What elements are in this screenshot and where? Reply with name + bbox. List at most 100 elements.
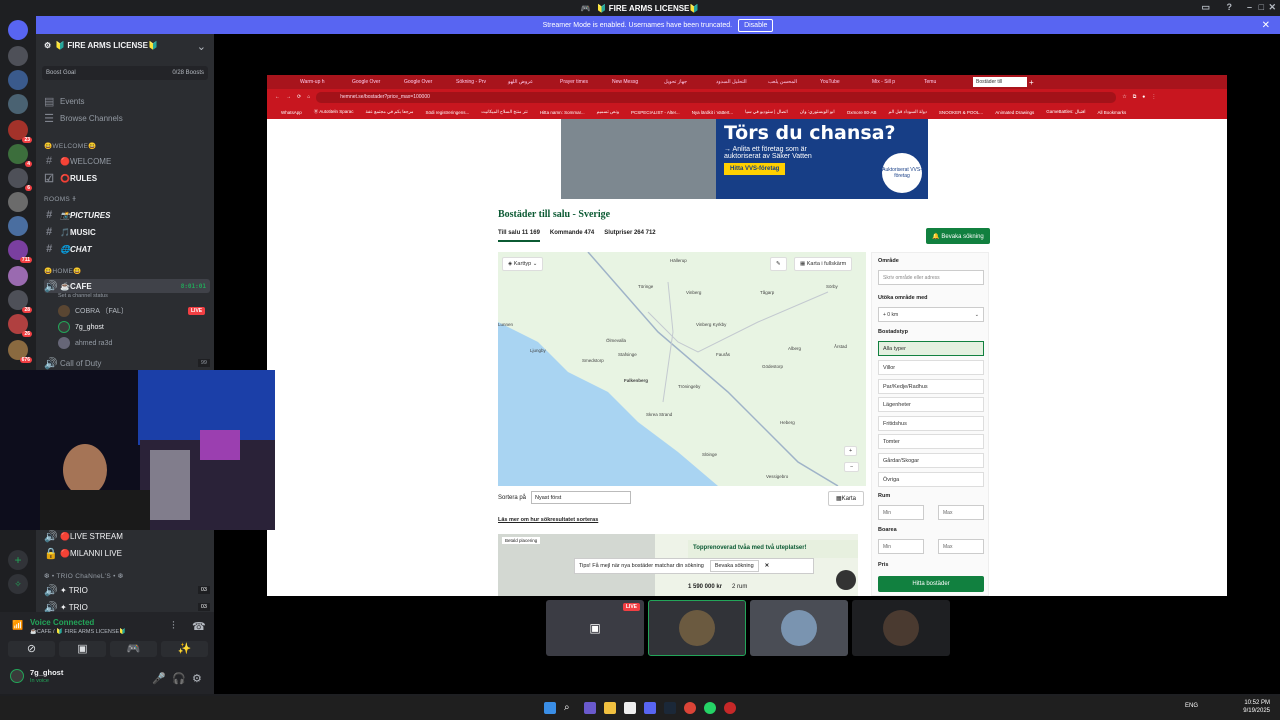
server-icon[interactable]: 6 — [8, 168, 32, 191]
zoom-out-button[interactable]: − — [844, 462, 860, 472]
chrome-icon[interactable] — [684, 702, 696, 714]
bookmark[interactable]: مرجعا بكم في مجتمع عفة — [366, 109, 414, 115]
server-icon[interactable]: 4 — [8, 144, 32, 167]
map[interactable]: ◈ Karttyp ⌄ ✎ ▦ Karta i fullskärm + − Hä… — [498, 252, 866, 486]
inbox-icon[interactable]: ▭ — [1201, 2, 1210, 13]
browser-tab[interactable]: عروض اللهو — [505, 77, 555, 87]
stream-tile[interactable]: LIVE ▣ — [546, 600, 644, 656]
start-icon[interactable] — [544, 702, 556, 714]
server-icon[interactable]: 26 — [8, 314, 32, 337]
chevron-down-icon[interactable]: ⌄ — [197, 40, 206, 53]
channel-music[interactable]: # 🎵MUSIC — [44, 225, 210, 239]
map-type-button[interactable]: ◈ Karttyp ⌄ — [502, 257, 544, 271]
app-icon[interactable] — [724, 702, 736, 714]
channel-pictures[interactable]: # 📸PICTURES — [44, 208, 210, 222]
category-home[interactable]: 😃HOME😃 — [44, 267, 82, 275]
browser-tab[interactable]: New Messg — [609, 77, 659, 87]
server-icon[interactable] — [8, 266, 28, 286]
server-icon[interactable]: 676 — [8, 340, 32, 363]
participant-tile[interactable] — [750, 600, 848, 656]
bookmark[interactable]: Oxmore 80-AB — [847, 110, 877, 115]
browser-tab[interactable]: المحسن يلعب — [765, 77, 815, 87]
type-option-other[interactable]: Övriga — [878, 472, 984, 487]
discover-icon[interactable]: ✧ — [8, 574, 28, 594]
maximize-icon[interactable]: □ — [1259, 2, 1264, 12]
type-option-plots[interactable]: Tomter — [878, 434, 984, 449]
disconnect-icon[interactable]: ☎ — [192, 620, 206, 633]
voice-location[interactable]: ☕CAFE / 🔰 FIRE ARMS LICENSE🔰 — [30, 629, 126, 635]
voice-channel-milanni[interactable]: 🔒 🔴MILANNI LIVE — [44, 546, 210, 560]
voice-status[interactable]: Voice Connected — [30, 618, 94, 627]
server-icon[interactable] — [8, 46, 28, 66]
back-icon[interactable]: ← — [275, 94, 280, 100]
ad-banner[interactable]: Törs du chansa? → Anlita ett företag som… — [561, 119, 928, 199]
category-rooms[interactable]: ROOMS 🕇 — [44, 196, 76, 204]
search-icon[interactable]: ⌕ — [564, 702, 576, 714]
settings-icon[interactable]: ⚙ — [192, 672, 202, 685]
server-icon[interactable] — [8, 192, 28, 212]
all-bookmarks[interactable]: All Bookmarks — [1098, 110, 1127, 115]
voice-user[interactable]: 7g_ghost — [58, 320, 104, 334]
browser-tab[interactable]: جهاز تحويل — [661, 77, 711, 87]
signal-icon[interactable]: 📶 — [12, 620, 23, 631]
reload-icon[interactable]: ⟳ — [297, 94, 301, 100]
steam-icon[interactable] — [664, 702, 676, 714]
activity-icon[interactable]: 🎮 — [110, 641, 157, 657]
rooms-max-select[interactable]: Max — [938, 505, 984, 520]
minimize-icon[interactable]: – — [1247, 2, 1252, 12]
save-search-button[interactable]: 🔔 Bevaka sökning — [926, 228, 990, 244]
copilot-icon[interactable] — [584, 702, 596, 714]
tab-coming[interactable]: Kommande 474 — [550, 230, 594, 242]
add-server-icon[interactable]: + — [8, 550, 28, 570]
rooms-min-select[interactable]: Min — [878, 505, 924, 520]
zoom-in-button[interactable]: + — [844, 446, 858, 456]
area-min-select[interactable]: Min — [878, 539, 924, 554]
tip-save-button[interactable]: Bevaka sökning — [709, 560, 759, 572]
bookmark[interactable]: Ⓡ Autotiteln Sparac — [314, 109, 354, 115]
bookmark-star-icon[interactable]: ☆ — [1122, 94, 1126, 100]
participant-tile[interactable] — [648, 600, 746, 656]
close-banner-icon[interactable]: ✕ — [1262, 20, 1270, 31]
map-toggle-button[interactable]: ▦ Karta — [828, 491, 864, 506]
close-tip-icon[interactable]: ✕ — [765, 563, 770, 569]
sort-select[interactable]: Nyast först — [531, 491, 632, 504]
browser-tab[interactable]: YouTube — [817, 77, 867, 87]
voice-channel-cod[interactable]: 🔊 Call of Duty 99 — [44, 356, 210, 370]
server-icon[interactable]: 28 — [8, 290, 32, 313]
browse-channels-item[interactable]: ☰ Browse Channels — [44, 111, 210, 125]
headphones-icon[interactable]: 🎧 — [172, 672, 186, 685]
voice-user[interactable]: ahmed ra3d — [58, 336, 112, 350]
bookmark[interactable]: Animated Drawings — [995, 110, 1034, 115]
self-avatar[interactable] — [10, 669, 24, 683]
tab-sold[interactable]: Slutpriser 264 712 — [604, 230, 655, 242]
tab-for-sale[interactable]: Till salu 11 169 — [498, 230, 540, 242]
voice-channel-trio[interactable]: 🔊 ✦ TRIO 03 — [44, 583, 210, 597]
events-item[interactable]: ▤ Events — [44, 94, 210, 108]
server-icon[interactable]: 711 — [8, 240, 32, 263]
fullscreen-map-button[interactable]: ▦ Karta i fullskärm — [794, 257, 853, 271]
new-tab-icon[interactable]: + — [1029, 78, 1034, 87]
type-option-holiday[interactable]: Fritidshus — [878, 416, 984, 431]
server-header[interactable]: ⚙ 🔰 FIRE ARMS LICENSE🔰 — [44, 41, 158, 50]
close-icon[interactable]: ✕ — [1268, 2, 1276, 13]
boost-goal[interactable]: Boost Goal 0/28 Boosts — [42, 66, 208, 80]
type-option-farms[interactable]: Gårdar/Skogar — [878, 453, 984, 468]
soundboard-icon[interactable]: ✨ — [161, 641, 208, 657]
type-option-rowhouse[interactable]: Par/Kedje/Radhus — [878, 379, 984, 394]
menu-icon[interactable]: ⋮ — [1151, 94, 1156, 100]
browser-tab[interactable]: Temu — [921, 77, 971, 87]
bookmark[interactable]: ابو الوبستوري: وان — [800, 109, 835, 115]
draw-icon[interactable]: ✎ — [770, 257, 787, 271]
bookmark[interactable]: ونص تسميم — [597, 109, 619, 115]
bookmark[interactable]: WhatsApp — [281, 110, 302, 115]
bookmark[interactable]: اتصال | ستوديو في سيا — [745, 109, 788, 115]
system-tray[interactable]: ENG 10:52 PM 9/19/2025 — [1185, 699, 1270, 715]
bookmark[interactable]: SNOOKER & POOL... — [939, 110, 983, 115]
listing-card[interactable]: Betald placering Topprenoverad tvåa med … — [498, 534, 858, 596]
browser-tab[interactable]: Mix - Sill p — [869, 77, 919, 87]
voice-user[interactable]: COBRA 〔FAL〕 — [58, 304, 128, 318]
type-option-apartments[interactable]: Lägenheter — [878, 397, 984, 412]
forward-icon[interactable]: → — [286, 94, 291, 100]
whatsapp-icon[interactable] — [704, 702, 716, 714]
home-server-icon[interactable] — [8, 20, 28, 40]
